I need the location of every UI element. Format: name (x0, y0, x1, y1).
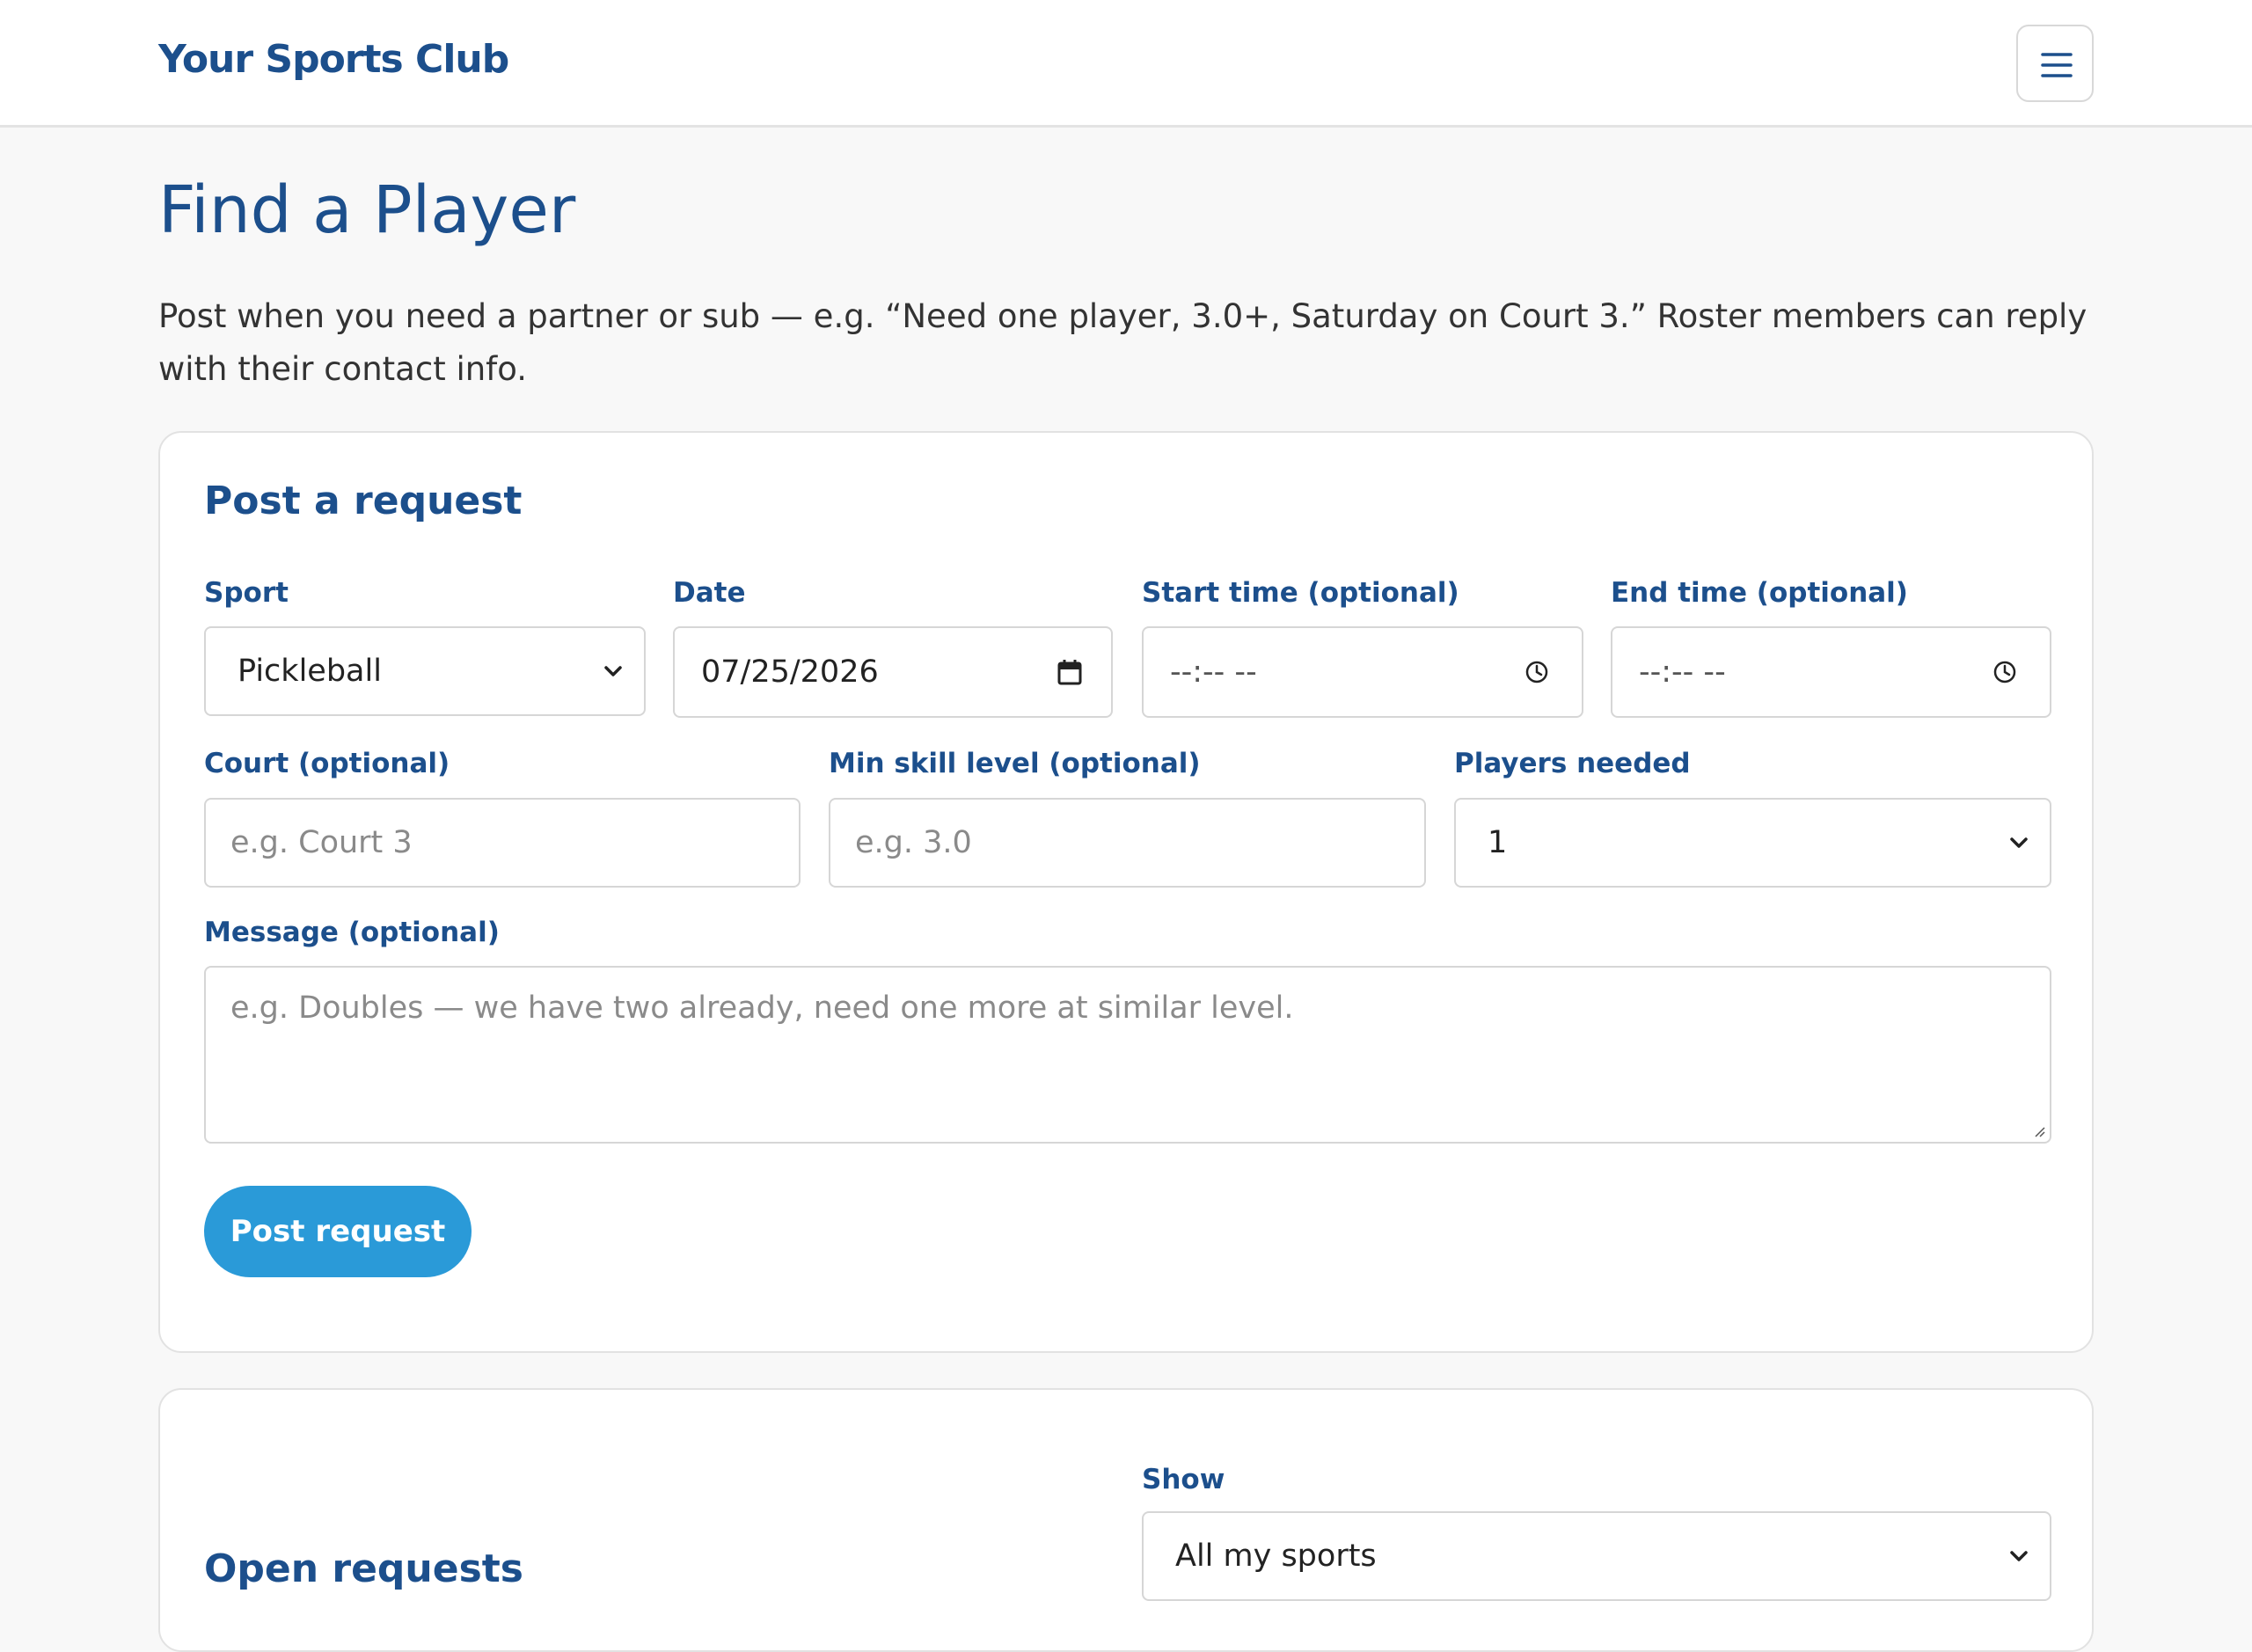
min-skill-placeholder: e.g. 3.0 (855, 825, 972, 860)
sport-label: Sport (204, 577, 289, 609)
post-request-button[interactable]: Post request (204, 1186, 472, 1277)
date-input[interactable]: 07/25/2026 (673, 626, 1113, 718)
open-requests-card: Open requests Show All my sports (158, 1388, 2094, 1652)
start-time-value: --:-- -- (1170, 654, 1257, 690)
end-time-input[interactable]: --:-- -- (1611, 626, 2051, 718)
chevron-down-icon (2010, 837, 2028, 848)
end-time-value: --:-- -- (1639, 654, 1726, 690)
show-filter-label: Show (1142, 1464, 1225, 1495)
min-skill-input[interactable]: e.g. 3.0 (829, 798, 1426, 888)
clock-icon[interactable] (1524, 659, 1550, 685)
post-request-title: Post a request (204, 479, 523, 523)
players-needed-value: 1 (1488, 825, 1508, 860)
sport-select[interactable]: Pickleball (204, 626, 646, 716)
top-navbar: Your Sports Club (0, 0, 2252, 128)
hamburger-menu-icon (2041, 53, 2073, 77)
page-title: Find a Player (158, 172, 576, 248)
court-label: Court (optional) (204, 748, 450, 779)
resize-grip-icon[interactable] (2032, 1124, 2046, 1138)
message-label: Message (optional) (204, 917, 500, 948)
chevron-down-icon (2010, 1551, 2028, 1561)
start-time-input[interactable]: --:-- -- (1142, 626, 1583, 718)
players-needed-select[interactable]: 1 (1454, 798, 2051, 888)
message-textarea[interactable]: e.g. Doubles — we have two already, need… (204, 966, 2051, 1144)
menu-button[interactable] (2016, 25, 2094, 102)
calendar-icon[interactable] (1057, 658, 1083, 686)
court-input-placeholder: e.g. Court 3 (230, 825, 413, 860)
clock-icon[interactable] (1992, 659, 2018, 685)
players-needed-label: Players needed (1454, 748, 1691, 779)
message-placeholder: e.g. Doubles — we have two already, need… (230, 990, 1294, 1026)
open-requests-title: Open requests (204, 1546, 523, 1591)
chevron-down-icon (604, 666, 622, 676)
court-input[interactable]: e.g. Court 3 (204, 798, 801, 888)
date-input-value: 07/25/2026 (701, 654, 879, 690)
show-filter-select[interactable]: All my sports (1142, 1511, 2051, 1601)
brand-logo-text[interactable]: Your Sports Club (158, 37, 509, 82)
sport-select-value: Pickleball (238, 654, 382, 689)
start-time-label: Start time (optional) (1142, 577, 1459, 609)
post-request-card: Post a request Sport Pickleball Date 07/… (158, 431, 2094, 1353)
page-intro-text: Post when you need a partner or sub — e.… (158, 297, 2087, 388)
show-filter-value: All my sports (1175, 1539, 1377, 1574)
date-label: Date (673, 577, 746, 609)
end-time-label: End time (optional) (1611, 577, 1908, 609)
min-skill-label: Min skill level (optional) (829, 748, 1201, 779)
